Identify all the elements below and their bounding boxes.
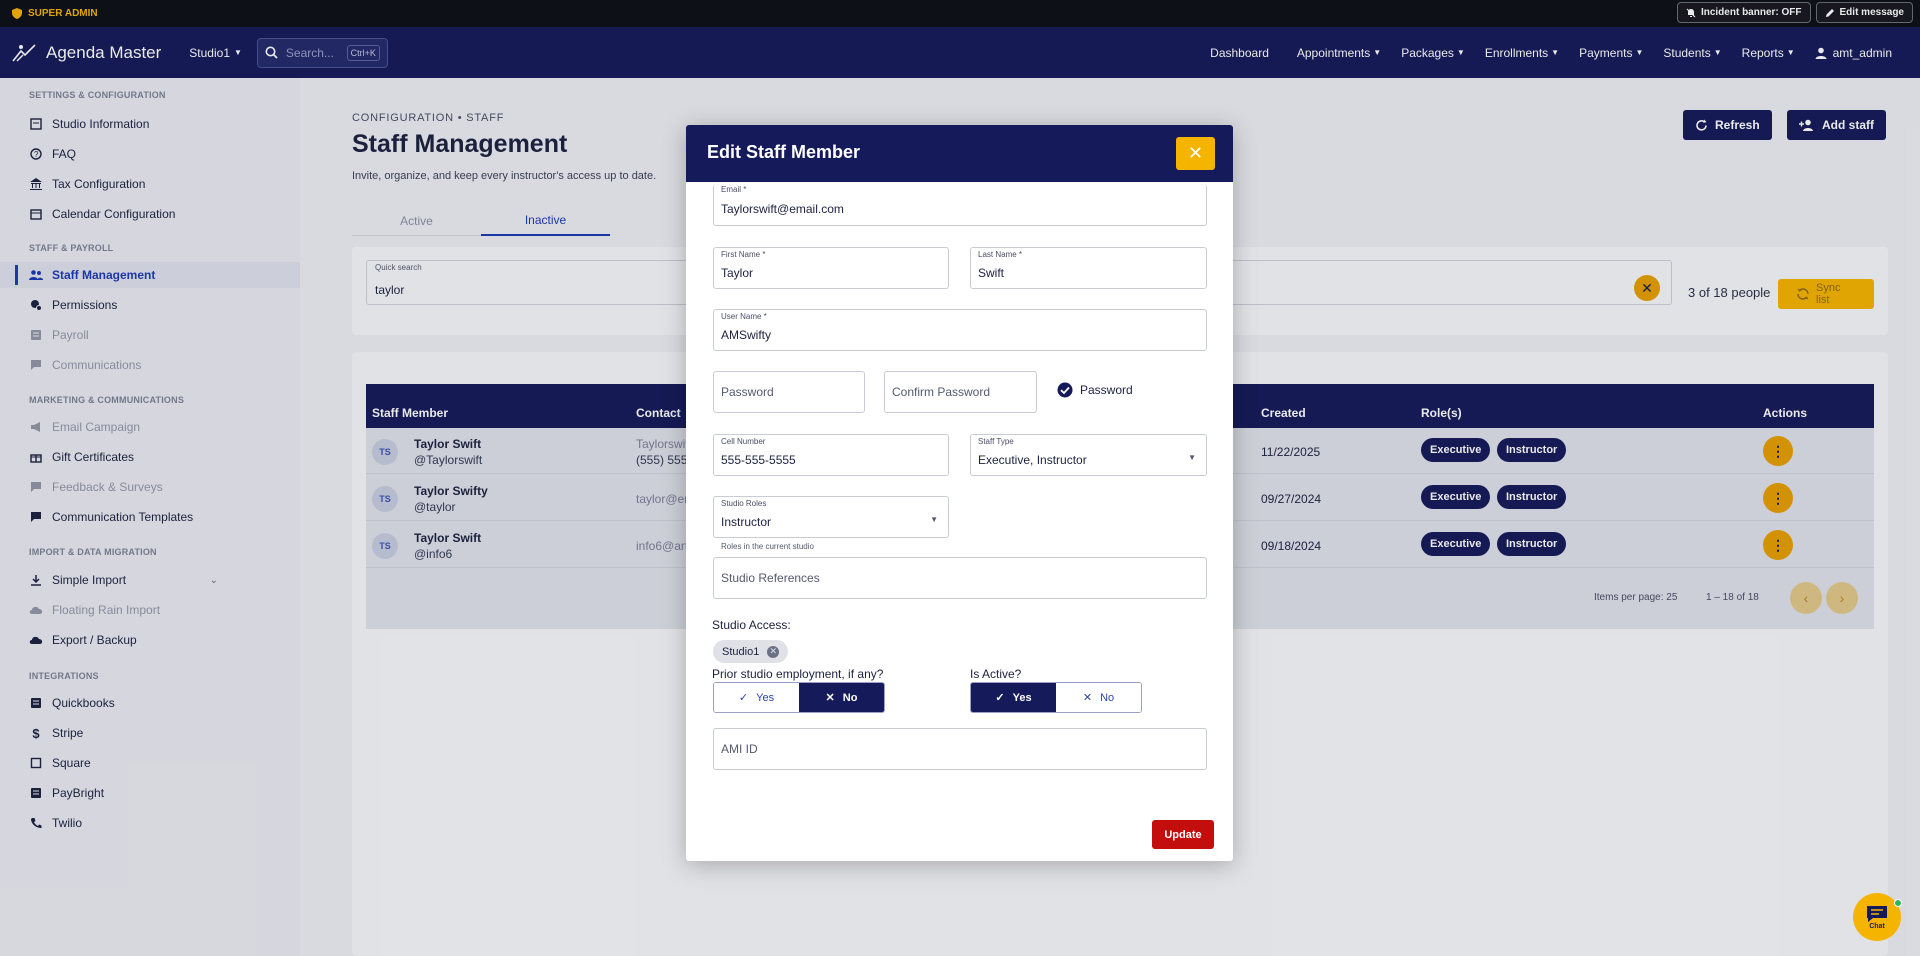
password-checkbox[interactable]: Password bbox=[1057, 382, 1133, 398]
caret-down-icon: ▼ bbox=[1188, 453, 1196, 462]
studio-references-placeholder: Studio References bbox=[721, 571, 820, 585]
caret-down-icon: ▼ bbox=[930, 515, 938, 524]
first-name-label: First Name * bbox=[721, 250, 766, 259]
studio-roles-value: Instructor bbox=[721, 515, 772, 529]
cell-number-label: Cell Number bbox=[721, 437, 766, 446]
option-label: No bbox=[1100, 691, 1115, 704]
password-placeholder: Password bbox=[721, 385, 774, 399]
email-value: Taylorswift@email.com bbox=[721, 202, 844, 216]
prior-employment-yes[interactable]: ✓ Yes bbox=[714, 683, 799, 712]
modal-header: Edit Staff Member ✕ bbox=[686, 125, 1233, 182]
confirm-password-placeholder: Confirm Password bbox=[892, 385, 991, 399]
username-field[interactable]: User Name * AMSwifty bbox=[713, 309, 1207, 351]
prior-employment-no[interactable]: ✕ No bbox=[799, 683, 884, 712]
studio-access-chip: Studio1 ✕ bbox=[713, 640, 789, 663]
close-icon: ✕ bbox=[1187, 143, 1204, 163]
staff-type-select[interactable]: Staff Type Executive, Instructor ▼ bbox=[970, 434, 1207, 476]
last-name-label: Last Name * bbox=[978, 250, 1023, 259]
staff-type-label: Staff Type bbox=[978, 437, 1014, 446]
first-name-value: Taylor bbox=[721, 266, 754, 280]
edit-staff-modal: Edit Staff Member ✕ Email * Taylorswift@… bbox=[686, 125, 1233, 861]
prior-employment-toggle: ✓ Yes ✕ No bbox=[713, 682, 885, 713]
studio-roles-label: Studio Roles bbox=[721, 499, 767, 508]
close-icon: ✕ bbox=[825, 692, 835, 704]
remove-chip-icon[interactable]: ✕ bbox=[767, 645, 780, 658]
is-active-toggle: ✓ Yes ✕ No bbox=[970, 682, 1142, 713]
password-checkbox-label: Password bbox=[1080, 383, 1133, 397]
username-value: AMSwifty bbox=[721, 328, 772, 342]
last-name-field[interactable]: Last Name * Swift bbox=[970, 247, 1207, 289]
cell-number-value: 555-555-5555 bbox=[721, 453, 796, 467]
prior-employment-label: Prior studio employment, if any? bbox=[712, 667, 884, 681]
ami-id-placeholder: AMI ID bbox=[721, 742, 758, 756]
close-modal-button[interactable]: ✕ bbox=[1176, 137, 1215, 170]
check-icon: ✓ bbox=[995, 692, 1005, 704]
update-button[interactable]: Update bbox=[1152, 820, 1214, 849]
online-status-dot bbox=[1894, 899, 1902, 907]
option-label: Yes bbox=[756, 691, 775, 704]
modal-title: Edit Staff Member bbox=[707, 142, 861, 162]
is-active-label: Is Active? bbox=[970, 667, 1022, 681]
username-label: User Name * bbox=[721, 312, 767, 321]
email-label: Email * bbox=[721, 185, 747, 194]
option-label: No bbox=[842, 691, 858, 704]
ami-id-field[interactable]: AMI ID bbox=[713, 728, 1207, 770]
close-icon: ✕ bbox=[1082, 692, 1093, 704]
staff-type-value: Executive, Instructor bbox=[978, 453, 1087, 467]
password-field[interactable]: Password bbox=[713, 371, 865, 413]
check-icon: ✓ bbox=[738, 692, 749, 704]
is-active-no[interactable]: ✕ No bbox=[1056, 683, 1141, 712]
option-label: Yes bbox=[1012, 691, 1032, 704]
last-name-value: Swift bbox=[978, 266, 1005, 280]
is-active-yes[interactable]: ✓ Yes bbox=[971, 683, 1056, 712]
email-field[interactable]: Email * Taylorswift@email.com bbox=[713, 185, 1207, 226]
studio-access-label: Studio Access: bbox=[712, 618, 791, 632]
studio-roles-hint: Roles in the current studio bbox=[721, 542, 814, 551]
check-circle-icon bbox=[1057, 382, 1073, 398]
cell-number-field[interactable]: Cell Number 555-555-5555 bbox=[713, 434, 949, 476]
studio-references-field[interactable]: Studio References bbox=[713, 557, 1207, 599]
studio-roles-select[interactable]: Studio Roles Instructor ▼ bbox=[713, 496, 949, 538]
first-name-field[interactable]: First Name * Taylor bbox=[713, 247, 949, 289]
chip-label: Studio1 bbox=[722, 645, 760, 658]
chat-bubble-icon bbox=[1866, 905, 1888, 923]
confirm-password-field[interactable]: Confirm Password bbox=[884, 371, 1037, 413]
chat-label: Chat bbox=[1869, 922, 1885, 930]
